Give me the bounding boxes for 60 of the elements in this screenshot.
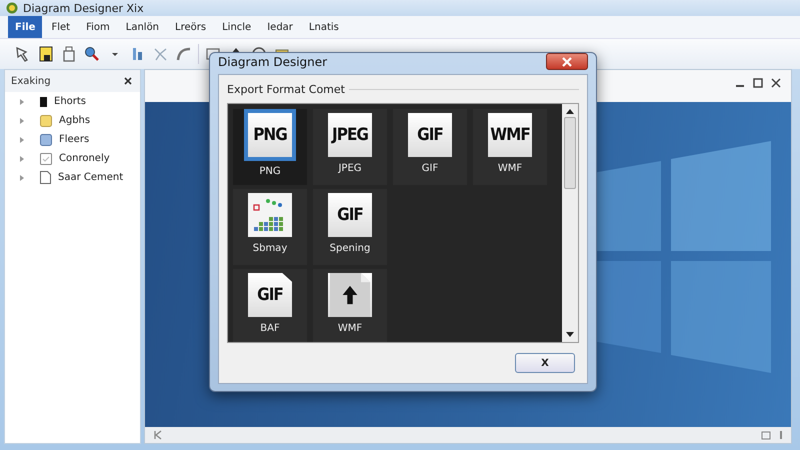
menu-item[interactable]: Fiom xyxy=(79,16,117,38)
scroll-down-icon[interactable] xyxy=(566,332,574,338)
first-page-icon[interactable] xyxy=(153,430,163,440)
chart-icon xyxy=(248,193,292,237)
app-logo-icon xyxy=(6,2,18,14)
close-button[interactable] xyxy=(546,53,588,70)
group-label: Export Format Comet xyxy=(227,83,345,96)
curve-icon[interactable] xyxy=(175,45,193,63)
checkbox-icon xyxy=(40,152,52,164)
panel-title: Exaking xyxy=(11,76,51,86)
scroll-up-icon[interactable] xyxy=(566,108,574,114)
window-title: Diagram Designer Xix xyxy=(23,2,144,14)
close-dialog-button[interactable]: X xyxy=(515,353,575,373)
tree-item[interactable]: Ehorts xyxy=(54,96,86,107)
tree-item[interactable]: Conronely xyxy=(59,153,110,164)
format-icon: GIF xyxy=(328,193,372,237)
format-tile[interactable]: Sbmay xyxy=(233,189,307,265)
upload-file-icon xyxy=(328,273,372,317)
file-icon: GIF xyxy=(248,273,292,317)
folder-icon xyxy=(40,114,52,126)
format-tile[interactable]: PNG PNG xyxy=(233,109,307,185)
format-icon: PNG xyxy=(248,113,292,157)
format-tile[interactable]: WMF xyxy=(313,269,387,342)
format-tile[interactable]: WMF WMF xyxy=(473,109,547,185)
expand-arrow-icon[interactable] xyxy=(19,174,25,180)
scrollbar[interactable] xyxy=(562,104,578,342)
format-tile[interactable]: GIF Spening xyxy=(313,189,387,265)
save-icon[interactable] xyxy=(37,45,55,63)
menu-item[interactable]: Iedar xyxy=(260,16,300,38)
expand-arrow-icon[interactable] xyxy=(19,156,25,162)
format-icon: WMF xyxy=(488,113,532,157)
menu-item[interactable]: Lnatis xyxy=(302,16,346,38)
menu-item[interactable]: Lincle xyxy=(215,16,258,38)
close-icon xyxy=(562,56,572,66)
format-tile[interactable]: GIF GIF xyxy=(393,109,467,185)
scroll-thumb[interactable] xyxy=(564,117,576,189)
menu-item[interactable]: Lreörs xyxy=(168,16,214,38)
menu-item[interactable]: File xyxy=(8,16,42,38)
close-icon[interactable] xyxy=(122,75,134,87)
format-icon: GIF xyxy=(408,113,452,157)
dialog-title: Diagram Designer xyxy=(218,54,328,68)
expand-arrow-icon[interactable] xyxy=(19,118,25,124)
bar-icon[interactable] xyxy=(779,430,783,440)
menu-item[interactable]: Flet xyxy=(44,16,78,38)
maximize-icon[interactable] xyxy=(753,78,763,88)
close-icon[interactable] xyxy=(771,78,781,88)
format-tile[interactable]: GIF BAF xyxy=(233,269,307,342)
format-tile[interactable]: JPEG JPEG xyxy=(313,109,387,185)
expand-arrow-icon[interactable] xyxy=(19,136,25,142)
expand-arrow-icon[interactable] xyxy=(19,98,25,104)
block-icon xyxy=(40,96,47,106)
search-icon[interactable] xyxy=(83,45,101,63)
page-icon[interactable] xyxy=(761,430,771,440)
format-icon: JPEG xyxy=(328,113,372,157)
square-icon xyxy=(40,134,52,146)
tree-item[interactable]: Saar Cement xyxy=(58,172,124,183)
menu-item[interactable]: Lanlön xyxy=(118,16,166,38)
document-icon xyxy=(40,171,51,184)
tree-item[interactable]: Fleers xyxy=(59,134,90,145)
tree-item[interactable]: Agbhs xyxy=(59,115,90,126)
